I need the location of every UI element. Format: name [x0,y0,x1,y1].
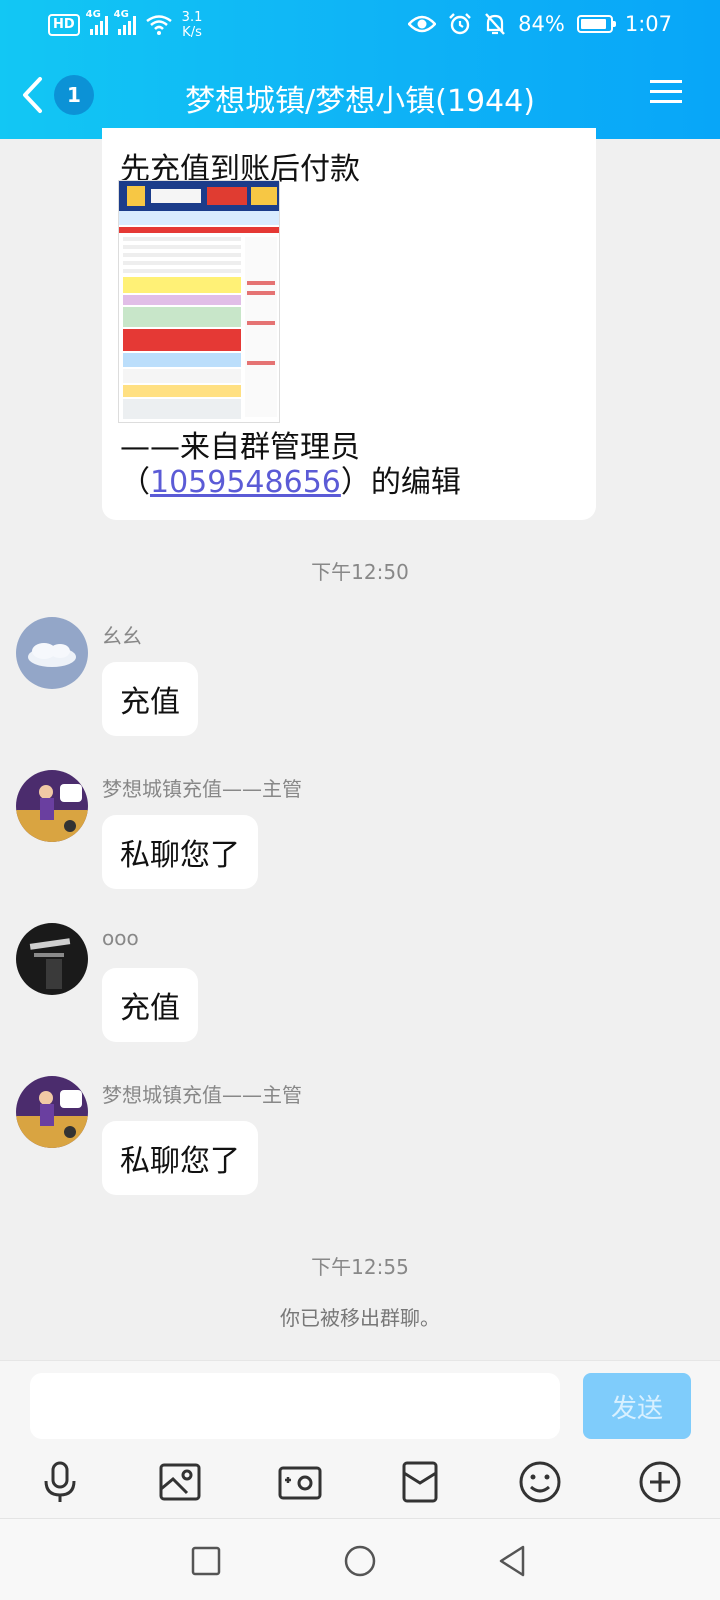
message-text: 私聊您了 [120,1144,240,1179]
emoji-icon[interactable] [517,1459,563,1505]
mic-icon[interactable] [37,1459,83,1505]
sender-name: 梦想城镇充值——主管 [102,777,302,801]
message-bubble[interactable]: 充值 [102,968,198,1042]
price-list-image[interactable] [118,180,280,423]
admin-id-link[interactable]: 1059548656 [150,465,341,500]
mute-icon [485,13,506,35]
system-notice: 你已被移出群聊。 [280,1306,440,1330]
signal-icon-2: 4G [114,9,136,35]
back-button[interactable]: 1 [20,70,120,120]
unread-count-badge: 1 [54,75,94,115]
avatar[interactable] [16,923,88,995]
recent-apps-icon[interactable] [188,1543,224,1579]
back-icon [23,77,42,113]
plus-icon[interactable] [637,1459,683,1505]
system-nav-bar [0,1518,720,1600]
battery-percent: 84% [518,12,565,36]
avatar[interactable] [16,770,88,842]
nav-bar: 1 梦想城镇/梦想小镇(1944) [0,58,720,138]
toolbar [0,1459,720,1509]
sender-name: 梦想城镇充值——主管 [102,1083,302,1107]
network-speed: 3.1 K/s [181,10,203,40]
clock: 1:07 [624,12,672,36]
home-icon[interactable] [342,1543,378,1579]
eye-icon [408,15,437,33]
wifi-icon [145,15,172,35]
battery-icon [576,15,616,33]
timestamp: 下午12:55 [311,1255,409,1279]
send-button[interactable]: 发送 [583,1373,691,1439]
photo-icon[interactable] [157,1459,203,1505]
message-bubble[interactable]: 私聊您了 [102,815,258,889]
red-packet-icon[interactable] [397,1459,443,1505]
message-text: 私聊您了 [120,838,240,873]
sender-name: ooo [102,926,139,950]
camera-icon[interactable] [277,1459,323,1505]
avatar[interactable] [16,1076,88,1148]
avatar[interactable] [16,617,88,689]
announcement-bubble[interactable]: 先充值到账后付款 ——来自群管理员（1059548656）的编辑 [102,128,596,520]
message-bubble[interactable]: 私聊您了 [102,1121,258,1195]
timestamp: 下午12:50 [311,560,409,584]
message-input[interactable] [30,1373,560,1439]
sender-name: 幺幺 [102,624,142,648]
hd-badge: HD [48,14,80,36]
alarm-icon [449,13,471,35]
group-title: 梦想城镇/梦想小镇(1944) [185,84,535,119]
message-bubble[interactable]: 充值 [102,662,198,736]
message-text: 充值 [120,991,180,1026]
message-text: 充值 [120,685,180,720]
input-bar: 发送 [0,1360,720,1518]
app-header: HD 4G 4G 3.1 K/s 84% 1:07 1 梦想城镇/梦想小镇(19… [0,0,720,139]
back-nav-icon[interactable] [495,1543,531,1579]
signal-icon-1: 4G [86,9,108,35]
menu-icon[interactable] [650,78,682,106]
status-bar: HD 4G 4G 3.1 K/s 84% 1:07 [0,0,720,50]
announcement-source: ——来自群管理员（1059548656）的编辑 [120,430,461,500]
